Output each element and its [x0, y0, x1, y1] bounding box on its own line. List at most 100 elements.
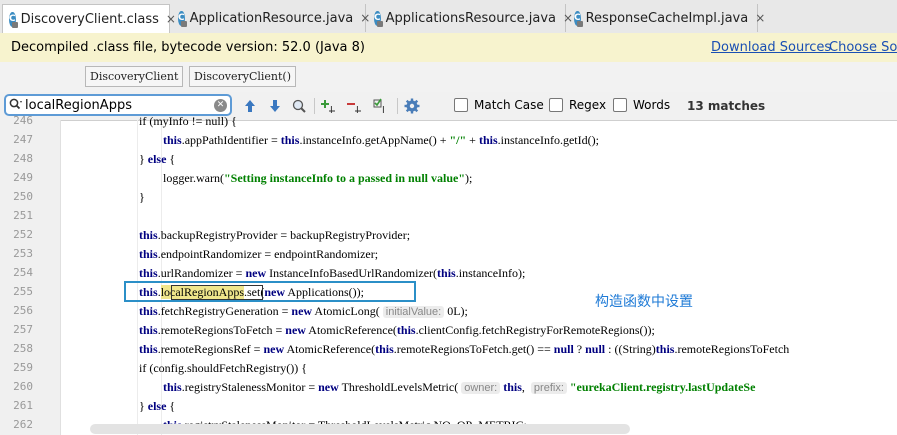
code-token: this	[163, 380, 182, 394]
regex-checkbox[interactable]: Regex	[549, 98, 606, 112]
class-file-icon: C	[9, 11, 18, 28]
code-editor[interactable]: if (myInfo != null) {this.appPathIdentif…	[0, 114, 897, 435]
tab-label: ResponseCacheImpl.java	[585, 10, 749, 26]
tab-label: ApplicationsResource.java	[385, 10, 557, 26]
code-line: } else {	[139, 150, 175, 169]
code-token: .remoteRegionsToFetch.get() ==	[393, 342, 554, 356]
svg-text:I: I	[356, 105, 359, 114]
code-line: if (config.shouldFetchRegistry()) {	[139, 359, 307, 378]
previous-occurrence-icon[interactable]	[241, 97, 259, 115]
code-token: }	[139, 190, 145, 204]
code-line: logger.warn("Setting instanceInfo to a p…	[163, 169, 472, 188]
class-file-icon: C	[178, 10, 187, 27]
toolbar-separator	[314, 98, 315, 114]
code-token: this	[280, 133, 300, 147]
select-all-occurrences-icon[interactable]: I	[373, 97, 391, 115]
code-line: this.fetchRegistryGeneration = new Atomi…	[139, 302, 468, 321]
checkbox-box[interactable]	[549, 98, 563, 112]
code-token: .urlRandomizer =	[157, 266, 246, 280]
next-occurrence-icon[interactable]	[266, 97, 284, 115]
tab-responsecacheimpl-java[interactable]: C ResponseCacheImpl.java ×	[568, 4, 765, 32]
tab-label: ApplicationResource.java	[189, 10, 354, 26]
remove-occurrence-icon[interactable]: I	[347, 97, 365, 115]
code-token: .instanceInfo.getAppName() +	[299, 133, 450, 147]
code-token: {	[166, 399, 176, 413]
code-token: this	[163, 133, 182, 147]
editor-tab-bar: C DiscoveryClient.class × C ApplicationR…	[0, 0, 897, 34]
code-token: .endpointRandomizer = endpointRandomizer…	[157, 247, 379, 261]
checkbox-box[interactable]	[613, 98, 627, 112]
code-token: new	[263, 342, 285, 356]
code-token: this	[139, 247, 158, 261]
tab-label: DiscoveryClient.class	[20, 11, 159, 27]
parameter-hint: owner:	[461, 382, 501, 394]
toolbar-separator	[397, 98, 398, 114]
code-token: this	[478, 133, 498, 147]
class-file-icon: C	[574, 10, 583, 27]
code-token: .instanceInfo);	[455, 266, 526, 280]
code-token: .appPathIdentifier =	[181, 133, 281, 147]
code-token: this	[375, 342, 394, 356]
find-all-occurrences-icon[interactable]	[290, 97, 308, 115]
clear-search-icon[interactable]: ✕	[214, 98, 227, 112]
code-token: null	[553, 342, 574, 356]
code-token: this	[396, 323, 416, 337]
add-occurrence-icon[interactable]: I	[321, 97, 339, 115]
tab-discoveryclient-class[interactable]: C DiscoveryClient.class ×	[2, 4, 176, 33]
decompiled-message: Decompiled .class file, bytecode version…	[11, 40, 365, 55]
gear-icon[interactable]	[403, 97, 421, 115]
close-icon[interactable]: ×	[755, 11, 765, 25]
code-token: this	[139, 342, 158, 356]
code-token: null	[585, 342, 606, 356]
parameter-hint: prefix:	[530, 382, 567, 394]
code-token: ThresholdLevelsMetric(	[338, 380, 462, 394]
words-checkbox[interactable]: Words	[613, 98, 670, 112]
code-token: );	[465, 171, 473, 185]
code-token: if (config.shouldFetchRegistry()) {	[139, 361, 308, 375]
code-token: new	[285, 323, 306, 337]
code-token: new	[245, 266, 267, 280]
code-token: logger.warn(	[163, 171, 224, 185]
code-token: this	[503, 380, 522, 394]
code-token: .remoteRegionsToFetch	[674, 342, 790, 356]
code-token: 0L);	[444, 304, 468, 318]
code-token: else	[147, 152, 167, 166]
code-line: this.endpointRandomizer = endpointRandom…	[139, 245, 378, 264]
highlight-annotation-box	[124, 281, 416, 302]
svg-text:I: I	[382, 105, 385, 114]
code-token: "eurekaClient.registry.lastUpdateSe	[569, 380, 756, 394]
code-token: if (myInfo != null) {	[139, 114, 237, 128]
code-token: {	[166, 152, 176, 166]
svg-text:I: I	[330, 105, 333, 114]
breadcrumb-class[interactable]: DiscoveryClient	[85, 66, 184, 87]
code-token: AtomicLong(	[312, 304, 383, 318]
code-line: this.backupRegistryProvider = backupRegi…	[139, 226, 410, 245]
code-token: this	[437, 266, 456, 280]
horizontal-scrollbar[interactable]	[90, 424, 630, 434]
code-line: this.remoteRegionsToFetch = new AtomicRe…	[139, 321, 655, 340]
code-token: }	[139, 399, 148, 413]
code-token: this	[139, 266, 158, 280]
code-line: }	[139, 188, 145, 207]
code-token: .registryStalenessMonitor =	[181, 380, 319, 394]
code-token: this	[655, 342, 675, 356]
breadcrumb-method[interactable]: DiscoveryClient()	[189, 66, 297, 87]
tab-applicationresource-java[interactable]: C ApplicationResource.java ×	[172, 4, 370, 32]
checkbox-box[interactable]	[454, 98, 468, 112]
code-token: .remoteRegionsRef =	[157, 342, 264, 356]
tab-applicationsresource-java[interactable]: C ApplicationsResource.java ×	[368, 4, 573, 32]
annotation-text: 构造函数中设置	[595, 294, 693, 310]
code-token: "/"	[449, 133, 467, 147]
code-token: this	[139, 228, 158, 242]
code-token: this	[139, 323, 158, 337]
download-sources-link[interactable]: Download Sources	[711, 40, 831, 55]
parameter-hint: initialValue:	[382, 306, 445, 318]
find-bar: localRegionApps ✕ I I I Match Case Regex…	[0, 92, 897, 121]
code-token: .clientConfig.fetchRegistryForRemoteRegi…	[415, 323, 655, 337]
choose-sources-link[interactable]: Choose Sou	[829, 40, 897, 55]
match-case-checkbox[interactable]: Match Case	[454, 98, 544, 112]
code-token: ,	[521, 380, 531, 394]
class-file-icon: C	[374, 10, 383, 27]
code-token: this	[139, 304, 158, 318]
code-token: }	[139, 152, 148, 166]
